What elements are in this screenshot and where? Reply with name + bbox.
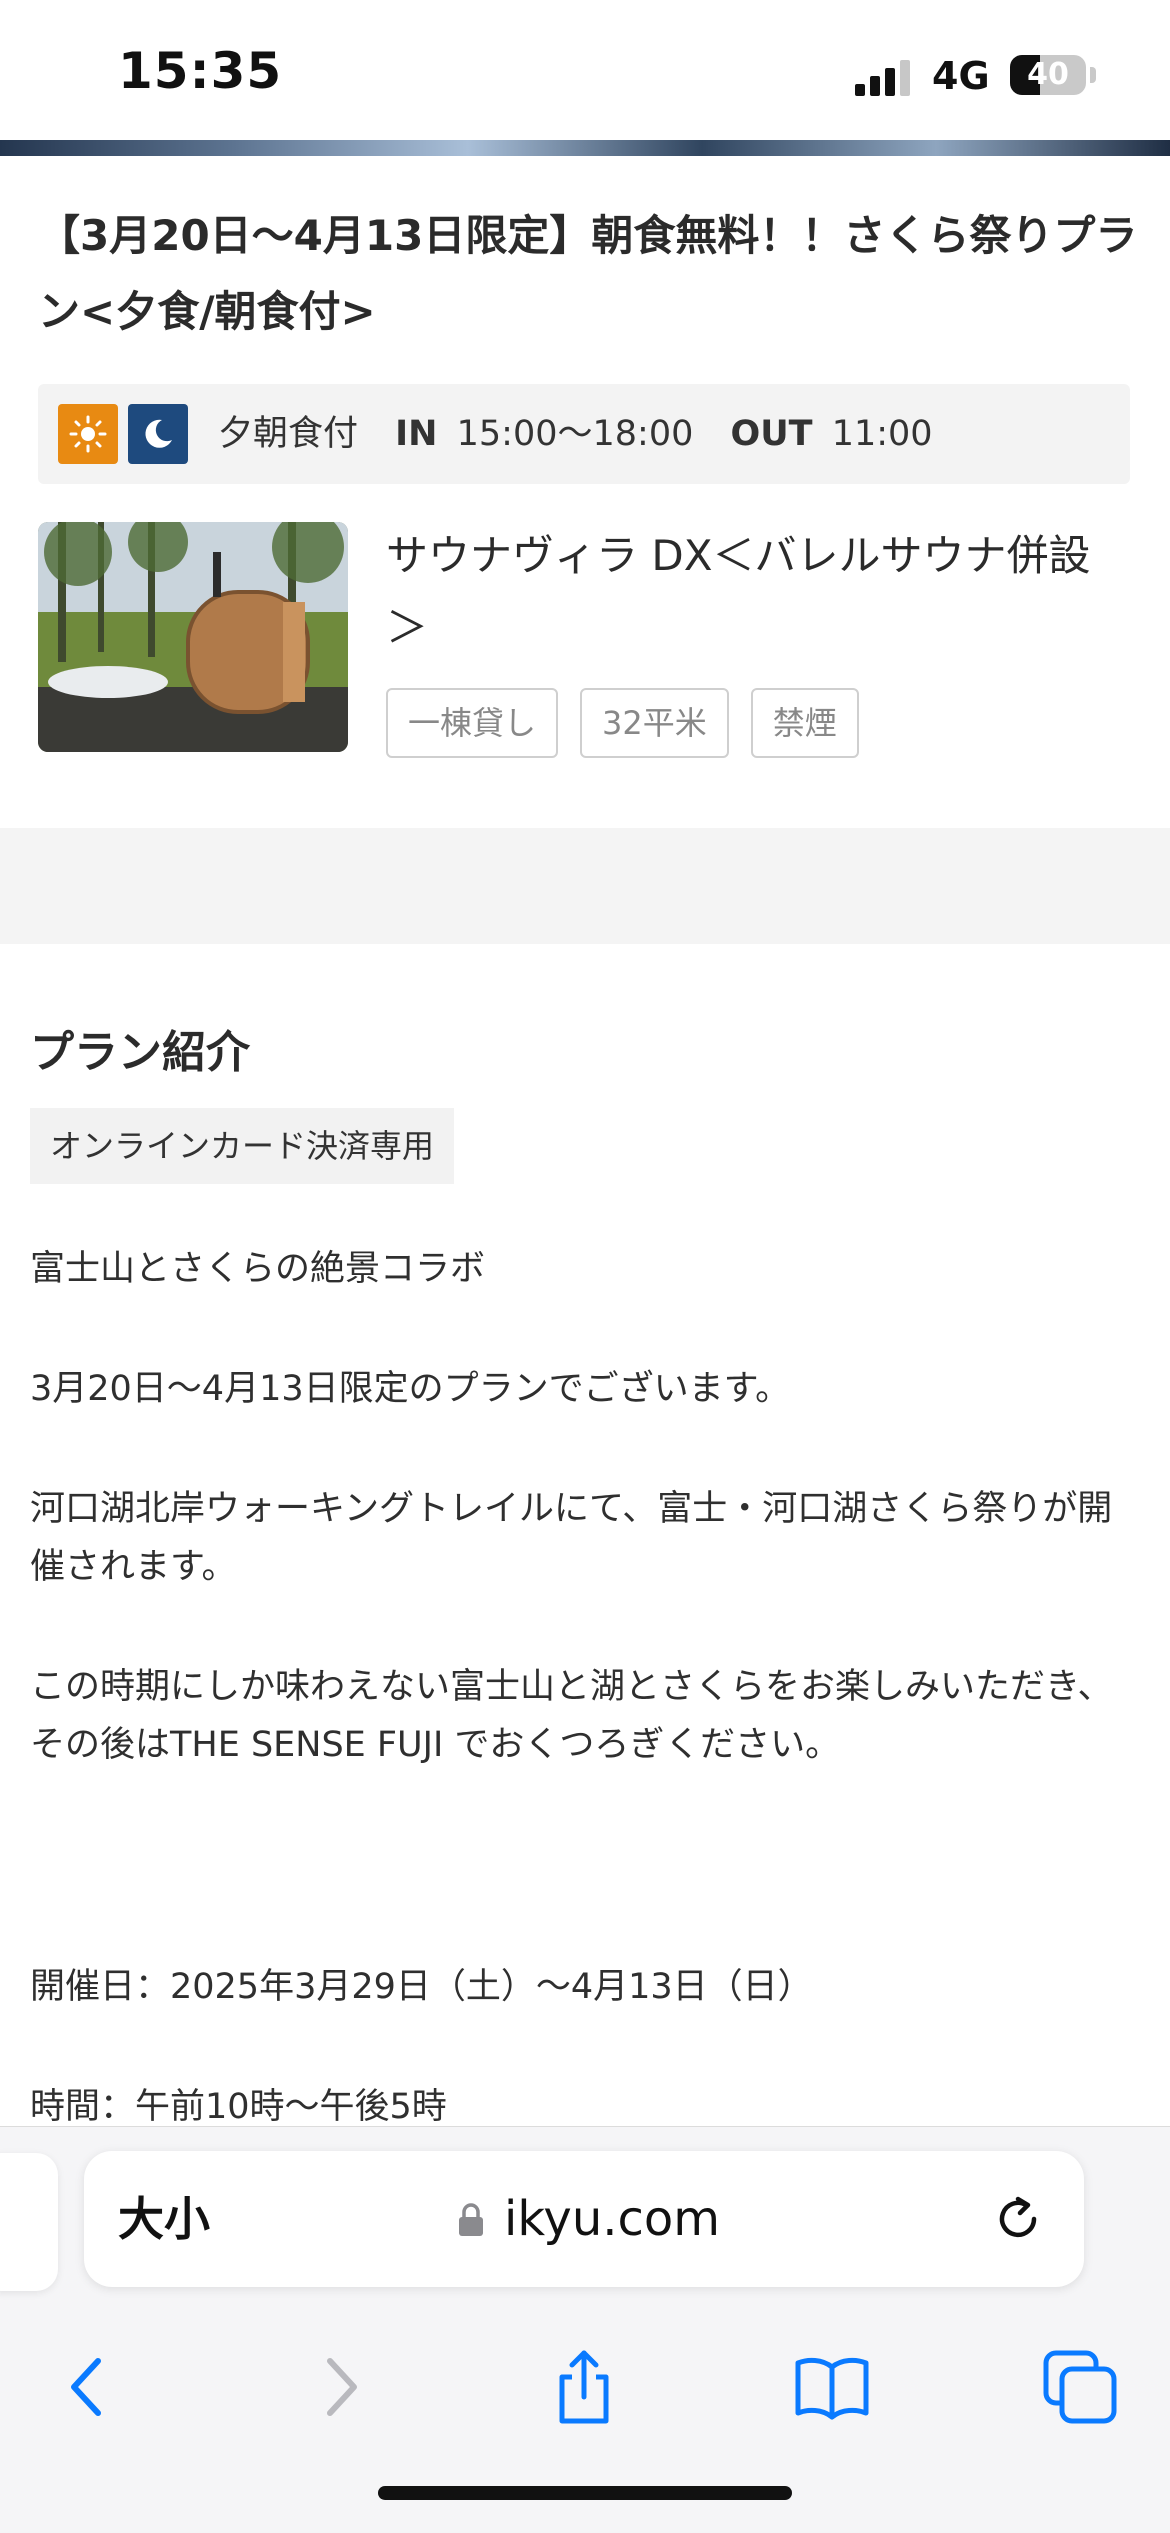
- intro-paragraph: 河口湖北岸ウォーキングトレイルにて、富士・河口湖さくら祭りが開催されます。: [30, 1489, 1113, 1587]
- network-type: 4G: [932, 54, 990, 98]
- meal-label: 夕朝食付: [218, 414, 359, 454]
- share-icon[interactable]: [544, 2347, 624, 2427]
- address-bar[interactable]: 大小 ikyu.com: [84, 2151, 1084, 2287]
- section-divider: [0, 828, 1170, 944]
- lock-icon: [459, 2203, 483, 2236]
- url-text[interactable]: ikyu.com: [504, 2151, 720, 2287]
- reload-icon[interactable]: [988, 2189, 1048, 2249]
- room-photo[interactable]: [38, 522, 348, 752]
- text-size-button[interactable]: 大小: [118, 2151, 210, 2287]
- room-tag: 32平米: [580, 688, 729, 758]
- previous-tab-peek[interactable]: [0, 2153, 58, 2291]
- meal-checkin-bar: 夕朝食付 IN 15:00〜18:00 OUT 11:00: [38, 384, 1130, 484]
- room-tag: 一棟貸し: [386, 688, 559, 758]
- moon-icon: [128, 404, 188, 464]
- plan-title: 【3月20日〜4月13日限定】朝食無料！！さくら祭りプラン<夕食/朝食付>: [38, 211, 1138, 336]
- checkout-label: OUT: [730, 414, 813, 454]
- checkin-label: IN: [395, 414, 438, 454]
- battery-icon: 40: [1010, 55, 1086, 95]
- status-time: 15:35: [118, 42, 283, 100]
- room-tags: 一棟貸し 32平米 禁煙: [386, 688, 859, 758]
- signal-icon: [855, 60, 915, 96]
- battery-percentage: 40: [1027, 57, 1069, 92]
- status-bar: 15:35 4G 40: [0, 0, 1170, 140]
- browser-toolbar: [0, 2327, 1170, 2447]
- hero-image-strip: [0, 140, 1170, 156]
- checkin-time: 15:00〜18:00: [456, 414, 694, 454]
- battery-tip: [1090, 67, 1096, 83]
- meal-checkin-text: 夕朝食付 IN 15:00〜18:00 OUT 11:00: [218, 384, 939, 484]
- browser-bottom-bar: 大小 ikyu.com: [0, 2126, 1170, 2533]
- room-tag: 禁煙: [750, 688, 859, 758]
- event-dates: 開催日：2025年3月29日（土）〜4月13日（日）: [30, 1967, 813, 2007]
- payment-badge: オンラインカード決済専用: [30, 1108, 455, 1184]
- plan-intro-heading: プラン紹介: [30, 1027, 250, 1078]
- room-name[interactable]: サウナヴィラ DX＜バレルサウナ併設＞: [386, 520, 1126, 664]
- chevron-left-icon[interactable]: [48, 2347, 128, 2427]
- intro-paragraph: この時期にしか味わえない富士山と湖とさくらをお楽しみいただき、その後はTHE S…: [30, 1667, 1113, 1765]
- chevron-right-icon[interactable]: [300, 2347, 380, 2427]
- sun-icon: [58, 404, 118, 464]
- intro-paragraph: 富士山とさくらの絶景コラボ: [30, 1249, 486, 1289]
- home-indicator: [378, 2486, 792, 2500]
- tabs-icon[interactable]: [1040, 2347, 1120, 2427]
- book-icon[interactable]: [792, 2347, 872, 2427]
- intro-paragraph: 3月20日〜4月13日限定のプランでございます。: [30, 1369, 791, 1409]
- checkout-time: 11:00: [831, 414, 933, 454]
